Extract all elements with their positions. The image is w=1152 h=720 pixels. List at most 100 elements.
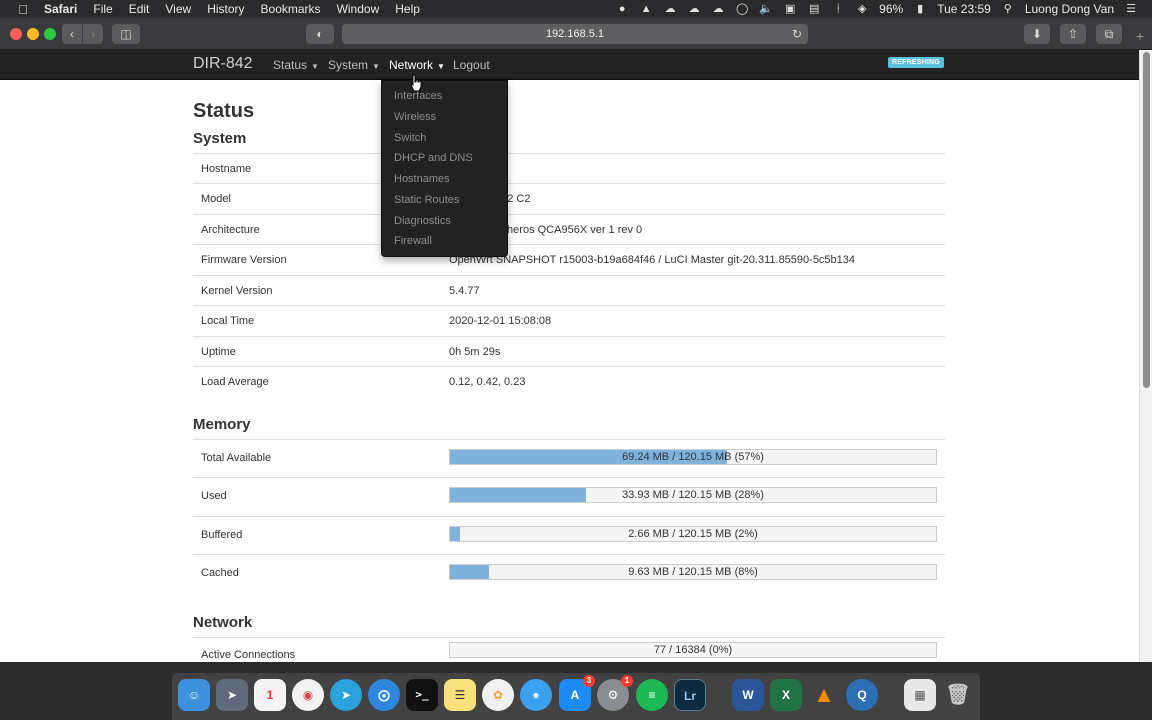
menu-item-wireless[interactable]: Wireless xyxy=(394,111,436,123)
brand-link[interactable]: DIR-842 xyxy=(193,55,253,73)
bluetooth-icon[interactable]: ᚽ xyxy=(831,3,845,15)
safari-icon[interactable]: ⨀ xyxy=(368,679,400,711)
table-row: Architecture theros QCA956X ver 1 rev 0 xyxy=(193,214,945,245)
volume-icon[interactable]: 🔈 xyxy=(759,3,773,15)
safari-toolbar: ‹ › ◫ ◐ 192.168.5.1 ↻ ⬇ ⇧ ⧉ + xyxy=(0,18,1152,50)
menubar-user[interactable]: Luong Dong Van xyxy=(1025,2,1114,16)
word-icon[interactable]: W xyxy=(732,679,764,711)
menu-item-switch[interactable]: Switch xyxy=(394,132,426,144)
table-row: Cached 9.63 MB / 120.15 MB (8%) xyxy=(193,554,945,593)
table-row: Model 842 C2 xyxy=(193,183,945,214)
nav-system-label: System xyxy=(328,58,369,72)
vlc-icon[interactable]: ▲ xyxy=(808,679,840,711)
refreshing-badge[interactable]: REFRESHING xyxy=(888,57,944,68)
row-value: OpenWrt SNAPSHOT r15003-b19a684f46 / LuC… xyxy=(449,254,856,266)
lightroom-icon[interactable]: Lr xyxy=(674,679,706,711)
excel-icon[interactable]: X xyxy=(770,679,802,711)
menu-item-diagnostics[interactable]: Diagnostics xyxy=(394,215,451,227)
row-label: Cached xyxy=(201,567,239,579)
record-icon[interactable]: ● xyxy=(615,3,629,15)
tab-overview-button[interactable]: ⧉ xyxy=(1096,24,1122,44)
address-bar[interactable]: 192.168.5.1 ↻ xyxy=(342,24,808,44)
chrome-icon[interactable]: ◉ xyxy=(292,679,324,711)
caret-down-icon: ▼ xyxy=(311,62,319,71)
launchpad-icon[interactable]: ➤ xyxy=(216,679,248,711)
menu-bookmarks[interactable]: Bookmarks xyxy=(261,2,321,16)
system-preferences-icon[interactable]: ⚙ 1 xyxy=(597,675,633,711)
close-window-button[interactable] xyxy=(10,28,22,40)
app-menu-safari[interactable]: Safari xyxy=(44,2,77,16)
input-source-icon[interactable]: ▣ xyxy=(783,3,797,15)
nav-network[interactable]: Network ▼ xyxy=(389,58,445,72)
table-row: Total Available 69.24 MB / 120.15 MB (57… xyxy=(193,439,945,478)
nav-status[interactable]: Status ▼ xyxy=(273,58,319,72)
scrollbar-thumb[interactable] xyxy=(1143,52,1150,388)
menu-item-firewall[interactable]: Firewall xyxy=(394,235,432,247)
progress-text: 2.66 MB / 120.15 MB (2%) xyxy=(628,528,758,540)
battery-percent[interactable]: 96% xyxy=(879,2,903,16)
fullscreen-window-button[interactable] xyxy=(44,28,56,40)
progress-bar: 33.93 MB / 120.15 MB (28%) xyxy=(449,487,937,503)
wifi-icon[interactable]: ◈ xyxy=(855,3,869,15)
page-scrollbar[interactable] xyxy=(1139,50,1152,662)
minimize-window-button[interactable] xyxy=(27,28,39,40)
menu-item-hostnames[interactable]: Hostnames xyxy=(394,173,450,185)
table-row: Hostname xyxy=(193,153,945,184)
row-label: Architecture xyxy=(201,224,260,236)
menubar-clock[interactable]: Tue 23:59 xyxy=(937,2,991,16)
finder-icon[interactable]: ☺ xyxy=(178,679,210,711)
document-icon[interactable]: ▦ xyxy=(904,679,936,711)
new-tab-button[interactable]: + xyxy=(1132,28,1148,44)
menu-view[interactable]: View xyxy=(165,2,191,16)
menu-window[interactable]: Window xyxy=(337,2,380,16)
downloads-button[interactable]: ⬇ xyxy=(1024,24,1050,44)
row-label: Uptime xyxy=(201,346,236,358)
row-label: Active Connections xyxy=(201,649,296,661)
menu-help[interactable]: Help xyxy=(395,2,420,16)
table-row: Buffered 2.66 MB / 120.15 MB (2%) xyxy=(193,516,945,555)
trash-icon[interactable]: 🗑 xyxy=(942,679,974,711)
terminal-icon[interactable]: >_ xyxy=(406,679,438,711)
apple-menu-icon[interactable]:  xyxy=(16,2,30,17)
share-button[interactable]: ⇧ xyxy=(1060,24,1086,44)
progress-text: 9.63 MB / 120.15 MB (8%) xyxy=(628,566,758,578)
messages-icon[interactable]: ● xyxy=(520,679,552,711)
cloud-upload-icon[interactable]: ☁ xyxy=(663,3,677,15)
battery-icon[interactable]: ▮ xyxy=(913,3,927,15)
reload-icon[interactable]: ↻ xyxy=(792,24,802,44)
vlc-tray-icon[interactable]: ▲ xyxy=(639,3,653,15)
row-value: 0.12, 0.42, 0.23 xyxy=(449,376,526,388)
calendar-icon[interactable]: 1 xyxy=(254,679,286,711)
app-store-icon[interactable]: A3 xyxy=(559,675,595,711)
menu-item-static-routes[interactable]: Static Routes xyxy=(394,194,459,206)
cloud-icon[interactable]: ☁ xyxy=(687,3,701,15)
spotlight-search-icon[interactable]: ⚲ xyxy=(1001,3,1015,15)
menu-edit[interactable]: Edit xyxy=(129,2,150,16)
photos-icon[interactable]: ✿ xyxy=(482,679,514,711)
spotify-icon[interactable]: ≡ xyxy=(636,679,668,711)
telegram-icon[interactable]: ➤ xyxy=(330,679,362,711)
menu-item-dhcp-dns[interactable]: DHCP and DNS xyxy=(394,152,473,164)
row-label: Hostname xyxy=(201,163,252,175)
nav-logout[interactable]: Logout xyxy=(453,58,490,72)
notification-center-icon[interactable]: ☰ xyxy=(1124,3,1138,15)
forward-button[interactable]: › xyxy=(83,24,103,44)
creative-cloud-icon[interactable]: ◯ xyxy=(735,3,749,15)
privacy-report-button[interactable]: ◐ xyxy=(306,24,334,44)
table-row: Used 33.93 MB / 120.15 MB (28%) xyxy=(193,477,945,516)
table-row: Firmware Version OpenWrt SNAPSHOT r15003… xyxy=(193,244,945,275)
back-button[interactable]: ‹ xyxy=(62,24,82,44)
table-row: Active Connections 77 / 16384 (0%) xyxy=(193,637,945,662)
nav-system[interactable]: System ▼ xyxy=(328,58,380,72)
row-label: Firmware Version xyxy=(201,254,287,266)
weather-icon[interactable]: ☁ xyxy=(711,3,725,15)
caret-down-icon: ▼ xyxy=(437,62,445,71)
macos-menu-bar:  Safari File Edit View History Bookmark… xyxy=(0,0,1152,18)
sidebar-toggle-button[interactable]: ◫ xyxy=(112,24,140,44)
menu-file[interactable]: File xyxy=(93,2,112,16)
menu-history[interactable]: History xyxy=(207,2,244,16)
quicktime-icon[interactable]: Q xyxy=(846,679,878,711)
vietnamese-input-icon[interactable]: ▤ xyxy=(807,3,821,15)
row-value: theros QCA956X ver 1 rev 0 xyxy=(504,224,643,236)
notes-icon[interactable]: ☰ xyxy=(444,679,476,711)
